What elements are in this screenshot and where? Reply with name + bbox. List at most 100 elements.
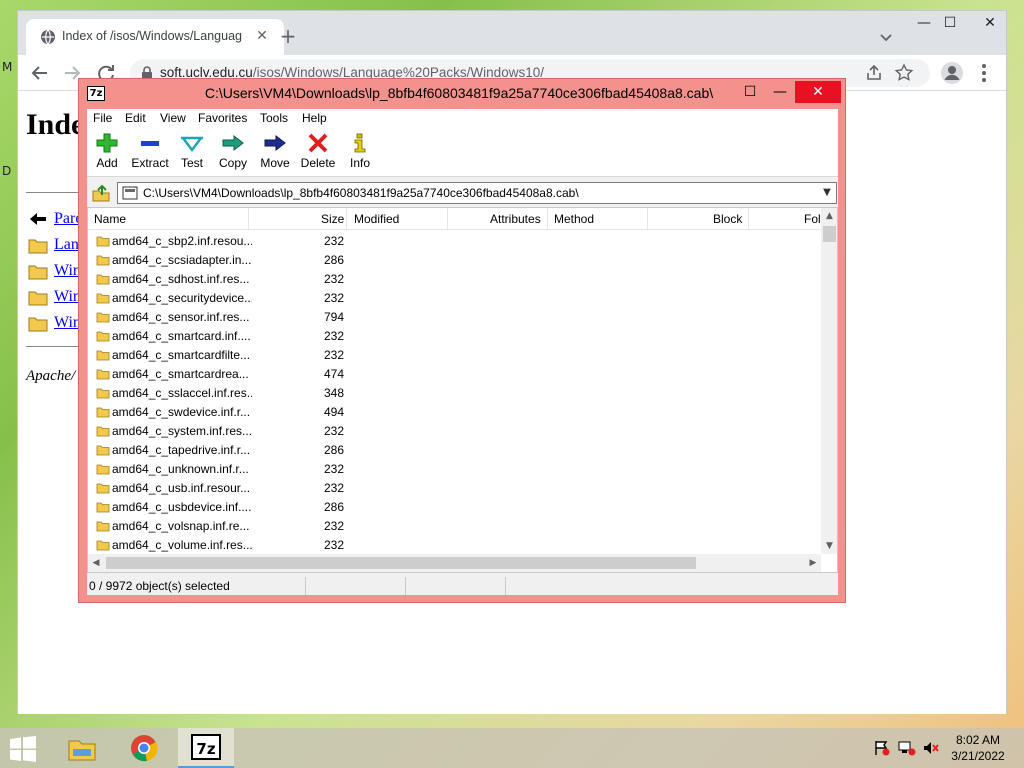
status-bar: 0 / 9972 object(s) selected — [87, 577, 838, 595]
browser-tab[interactable]: Index of /isos/Windows/Language ✕ — [26, 19, 284, 55]
table-row[interactable]: amd64_c_unknown.inf.r... 232 — [88, 460, 821, 479]
column-block[interactable]: Block — [713, 212, 742, 226]
7zip-close-button[interactable]: ✕ — [795, 81, 841, 103]
column-modified[interactable]: Modified — [354, 212, 399, 226]
archive-icon — [122, 186, 138, 200]
info-button[interactable]: Info — [337, 133, 383, 177]
directory-link[interactable]: Lan — [54, 236, 79, 254]
table-row[interactable]: amd64_c_sslaccel.inf.res... 348 — [88, 384, 821, 403]
profile-avatar-icon[interactable] — [940, 61, 964, 85]
chrome-maximize-button[interactable]: ☐ — [934, 11, 966, 35]
horizontal-scrollbar[interactable]: ◀ ▶ — [88, 554, 821, 572]
menu-edit[interactable]: Edit — [125, 111, 146, 125]
column-separator[interactable] — [547, 208, 548, 230]
7zip-minimize-button[interactable]: — — [765, 81, 795, 103]
column-folders[interactable]: Fol — [804, 212, 821, 226]
row-size: 232 — [323, 348, 344, 362]
column-size[interactable]: Size — [321, 212, 344, 226]
chevron-down-icon[interactable]: ▼ — [820, 186, 834, 200]
taskbar-chrome[interactable] — [116, 728, 172, 768]
table-row[interactable]: amd64_c_scsiadapter.in... 286 — [88, 251, 821, 270]
flag-notification-icon[interactable] — [873, 740, 891, 756]
folder-icon — [28, 239, 48, 254]
system-clock[interactable]: 8:02 AM 3/21/2022 — [946, 732, 1010, 764]
table-row[interactable]: amd64_c_usb.inf.resour... 232 — [88, 479, 821, 498]
table-row[interactable]: amd64_c_smartcardrea... 474 — [88, 365, 821, 384]
directory-link[interactable]: Win — [54, 288, 81, 306]
table-row[interactable]: amd64_c_volume.inf.res... 232 — [88, 536, 821, 555]
table-row[interactable]: amd64_c_system.inf.res... 232 — [88, 422, 821, 441]
7zip-window: 7z C:\Users\VM4\Downloads\lp_8bfb4f60803… — [78, 78, 846, 603]
7zip-titlebar[interactable]: 7z C:\Users\VM4\Downloads\lp_8bfb4f60803… — [79, 79, 845, 109]
extract-button[interactable]: Extract — [127, 133, 173, 177]
scroll-up-arrow-icon[interactable]: ▲ — [821, 208, 837, 224]
menu-file[interactable]: File — [93, 111, 112, 125]
status-separator — [505, 577, 506, 595]
row-size: 794 — [323, 310, 344, 324]
7zip-logo-icon[interactable]: 7z — [87, 86, 105, 101]
windows-start-icon[interactable] — [8, 736, 38, 762]
directory-link[interactable]: Win — [54, 262, 81, 280]
taskbar-7zip[interactable]: 7z — [178, 728, 234, 768]
menu-tools[interactable]: Tools — [260, 111, 288, 125]
column-attributes[interactable]: Attributes — [490, 212, 541, 226]
table-row[interactable]: amd64_c_smartcard.inf.... 232 — [88, 327, 821, 346]
directory-link[interactable]: Win — [54, 314, 81, 332]
menu-favorites[interactable]: Favorites — [198, 111, 247, 125]
bookmark-star-icon[interactable] — [894, 63, 914, 83]
column-separator[interactable] — [346, 208, 347, 230]
table-row[interactable]: amd64_c_securitydevice... 232 — [88, 289, 821, 308]
file-list[interactable]: Name Size Modified Attributes Method Blo… — [87, 207, 838, 573]
column-separator[interactable] — [248, 208, 249, 230]
delete-button[interactable]: Delete — [295, 133, 341, 177]
table-row[interactable]: amd64_c_smartcardfilte... 232 — [88, 346, 821, 365]
column-separator[interactable] — [647, 208, 648, 230]
add-button[interactable]: Add — [84, 133, 130, 177]
copy-button[interactable]: Copy — [210, 133, 256, 177]
table-row[interactable]: amd64_c_swdevice.inf.r... 494 — [88, 403, 821, 422]
row-name: amd64_c_volsnap.inf.re... — [112, 519, 250, 533]
table-row[interactable]: amd64_c_sensor.inf.res... 794 — [88, 308, 821, 327]
tab-title: Index of /isos/Windows/Language — [62, 29, 242, 43]
table-row[interactable]: amd64_c_sdhost.inf.res... 232 — [88, 270, 821, 289]
vertical-scroll-thumb[interactable] — [823, 226, 836, 242]
table-row[interactable]: amd64_c_volsnap.inf.re... 232 — [88, 517, 821, 536]
back-arrow-icon — [30, 213, 46, 225]
menu-kebab-icon[interactable] — [972, 61, 996, 85]
column-separator[interactable] — [748, 208, 749, 230]
menu-view[interactable]: View — [160, 111, 186, 125]
column-method[interactable]: Method — [554, 212, 594, 226]
row-name: amd64_c_usbdevice.inf.... — [112, 500, 252, 514]
network-icon[interactable] — [898, 740, 916, 756]
table-row[interactable]: amd64_c_tapedrive.inf.r... 286 — [88, 441, 821, 460]
menu-help[interactable]: Help — [302, 111, 327, 125]
chrome-close-button[interactable]: ✕ — [974, 11, 1006, 35]
new-tab-button[interactable]: + — [276, 25, 300, 49]
vertical-scrollbar[interactable]: ▲ ▼ — [821, 208, 837, 554]
7zip-maximize-button[interactable]: ☐ — [735, 81, 765, 103]
move-button[interactable]: Move — [252, 133, 298, 177]
delete-label: Delete — [300, 156, 336, 170]
test-button[interactable]: Test — [169, 133, 215, 177]
taskbar-file-explorer[interactable] — [54, 728, 110, 768]
path-combobox[interactable]: C:\Users\VM4\Downloads\lp_8bfb4f60803481… — [117, 182, 837, 204]
table-row[interactable]: amd64_c_sbp2.inf.resou... 232 — [88, 232, 821, 251]
scroll-left-arrow-icon[interactable]: ◀ — [88, 554, 104, 572]
column-name[interactable]: Name — [94, 212, 126, 226]
volume-muted-icon[interactable] — [922, 740, 940, 756]
horizontal-scroll-thumb[interactable] — [106, 557, 696, 569]
row-name: amd64_c_sensor.inf.res... — [112, 310, 250, 324]
tab-search-icon[interactable] — [876, 27, 896, 47]
scroll-right-arrow-icon[interactable]: ▶ — [805, 554, 821, 572]
delete-x-icon — [308, 133, 328, 153]
row-name: amd64_c_volume.inf.res... — [112, 538, 252, 552]
table-row[interactable]: amd64_c_usbdevice.inf.... 286 — [88, 498, 821, 517]
tab-close-icon[interactable]: ✕ — [252, 26, 272, 46]
up-folder-icon[interactable] — [91, 183, 111, 203]
back-arrow-icon[interactable] — [28, 61, 52, 85]
column-separator[interactable] — [447, 208, 448, 230]
scroll-down-arrow-icon[interactable]: ▼ — [821, 538, 837, 554]
folder-icon — [96, 521, 110, 532]
folder-icon — [28, 291, 48, 306]
share-icon[interactable] — [864, 63, 884, 83]
